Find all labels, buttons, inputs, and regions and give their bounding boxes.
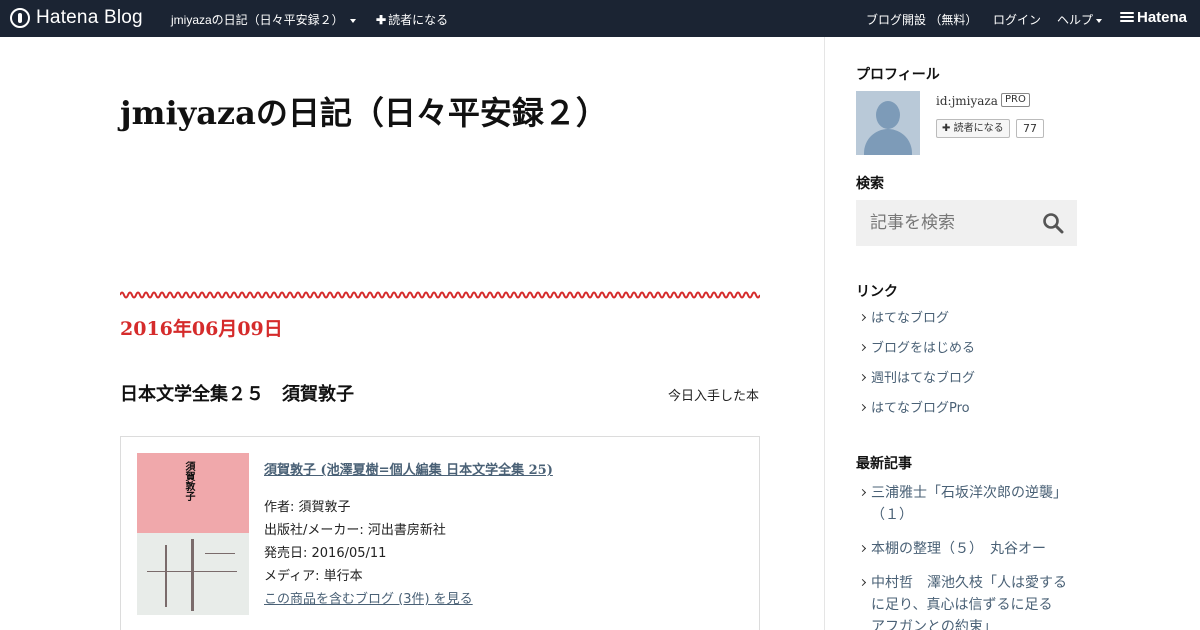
search-heading: 検索 xyxy=(856,176,884,192)
sidebar-link-pro[interactable]: はてなブログPro xyxy=(856,400,975,417)
subscribe-button[interactable]: ✚ 読者になる xyxy=(376,11,448,28)
recent-heading: 最新記事 xyxy=(856,456,912,472)
follow-button[interactable]: ✚ 読者になる xyxy=(936,119,1010,138)
product-release-date: 発売日: 2016/05/11 xyxy=(264,546,387,561)
book-cover-image[interactable]: 須賀敦子 xyxy=(137,453,249,615)
cover-title: 須賀敦子 xyxy=(183,461,194,501)
plus-icon: ✚ xyxy=(376,13,387,27)
product-media: メディア: 単行本 xyxy=(264,569,363,584)
follow-label: 読者になる xyxy=(953,123,1004,134)
profile-id-link[interactable]: id:jmiyaza xyxy=(936,94,998,108)
blog-title[interactable]: jmiyazaの日記（日々平安録２） xyxy=(120,88,608,134)
follower-count[interactable]: 77 xyxy=(1016,119,1044,138)
links-list: はてなブログ ブログをはじめる 週刊はてなブログ はてなブログPro xyxy=(856,310,975,417)
hatena-brand-link[interactable]: Hatena xyxy=(1137,9,1187,26)
help-label: ヘルプ xyxy=(1057,13,1094,27)
sidebar-divider xyxy=(824,37,825,630)
recent-entries-list: 三浦雅士「石坂洋次郎の逆襲」（１） 本棚の整理（５） 丸谷オー 中村哲 澤池久枝… xyxy=(856,482,1071,630)
search-form xyxy=(856,200,1077,246)
entry-title[interactable]: 日本文学全集２５ 須賀敦子 xyxy=(120,380,354,406)
logo-text: Hatena Blog xyxy=(36,7,143,28)
product-author: 作者: 須賀敦子 xyxy=(264,500,351,515)
subscribe-label: 読者になる xyxy=(388,13,449,27)
avatar[interactable] xyxy=(856,91,920,155)
hatena-blog-logo[interactable]: Hatena Blog xyxy=(10,7,143,29)
blog-menu-dropdown[interactable]: jmiyazaの日記（日々平安録２） xyxy=(171,11,356,28)
profile-heading: プロフィール xyxy=(856,67,940,83)
sidebar-link-hatena-blog[interactable]: はてなブログ xyxy=(856,310,975,327)
login-link[interactable]: ログイン xyxy=(993,11,1041,28)
product-card: 須賀敦子 須賀敦子 (池澤夏樹=個人編集 日本文学全集 25) 作者: 須賀敦子… xyxy=(120,436,760,630)
pro-badge: PRO xyxy=(1001,93,1030,107)
product-publisher: 出版社/メーカー: 河出書房新社 xyxy=(264,523,446,538)
open-blog-link[interactable]: ブログ開設 （無料） xyxy=(866,11,977,28)
product-title-link[interactable]: 須賀敦子 (池澤夏樹=個人編集 日本文学全集 25) xyxy=(264,459,553,478)
global-header: Hatena Blog jmiyazaの日記（日々平安録２） ✚ 読者になる ブロ… xyxy=(0,0,1200,37)
plus-icon: ✚ xyxy=(942,123,951,134)
related-blogs-link[interactable]: この商品を含むブログ (3件) を見る xyxy=(264,588,473,611)
search-input[interactable] xyxy=(856,200,1036,246)
hatena-blog-icon xyxy=(10,8,30,28)
sidebar-link-weekly[interactable]: 週刊はてなブログ xyxy=(856,370,975,387)
hatena-menu-icon xyxy=(1120,12,1134,24)
sidebar-link-start-blog[interactable]: ブログをはじめる xyxy=(856,340,975,357)
recent-entry-link[interactable]: 本棚の整理（５） 丸谷オー xyxy=(856,538,1071,560)
chevron-down-icon xyxy=(1096,18,1103,23)
product-details: 作者: 須賀敦子 出版社/メーカー: 河出書房新社 発売日: 2016/05/1… xyxy=(264,496,473,611)
links-heading: リンク xyxy=(856,284,898,300)
entry-date[interactable]: 2016年06月09日 xyxy=(120,314,283,341)
entry-category[interactable]: 今日入手した本 xyxy=(668,385,759,404)
help-menu[interactable]: ヘルプ xyxy=(1057,11,1103,28)
blog-menu-label: jmiyazaの日記（日々平安録２） xyxy=(171,13,344,27)
chevron-down-icon xyxy=(349,18,356,23)
wavy-divider xyxy=(120,291,760,299)
search-icon[interactable] xyxy=(1042,212,1064,234)
recent-entry-link[interactable]: 中村哲 澤池久枝「人は愛するに足り、真心は信ずるに足る アフガンとの約束」 xyxy=(856,572,1071,630)
recent-entry-link[interactable]: 三浦雅士「石坂洋次郎の逆襲」（１） xyxy=(856,482,1071,526)
